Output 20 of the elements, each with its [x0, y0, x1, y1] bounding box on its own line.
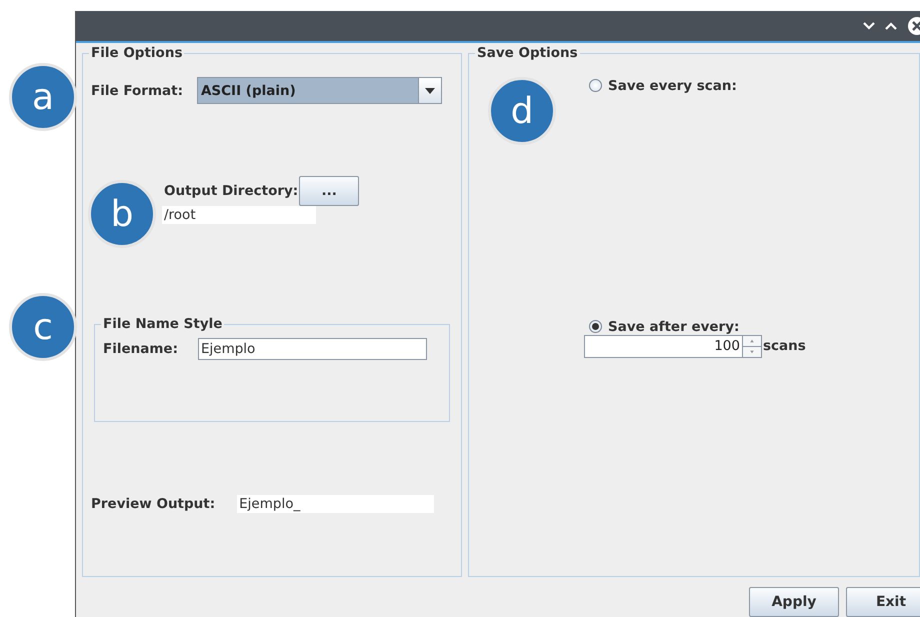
panel-title: Save Options [476, 45, 579, 61]
dialog-button[interactable]: Apply [749, 587, 839, 617]
unit-label: scans [763, 338, 806, 354]
radio-option[interactable]: Save every scan: [589, 78, 737, 94]
field-label: Output Directory: [164, 183, 298, 199]
browse-button[interactable]: ... [299, 176, 360, 206]
file-format-dropdown[interactable]: ASCII (plain) [196, 77, 442, 104]
directory-field[interactable]: /root [162, 206, 316, 224]
preview-field: Ejemplo_ [237, 495, 434, 513]
field-label: Preview Output: [91, 496, 216, 512]
scan-count-spinner[interactable]: 100 [584, 334, 743, 358]
annotation-marker: a [9, 63, 77, 131]
panel-title: File Name Style [102, 316, 224, 332]
panel-title: File Options [90, 45, 184, 61]
radio-option[interactable]: Save after every: [589, 318, 740, 334]
dialog-button[interactable]: Exit [846, 587, 920, 617]
field-label: Filename: [103, 341, 178, 357]
field-label: File Format: [91, 82, 183, 98]
annotation-marker: c [9, 293, 77, 361]
filename-field[interactable]: Ejemplo [198, 338, 427, 360]
